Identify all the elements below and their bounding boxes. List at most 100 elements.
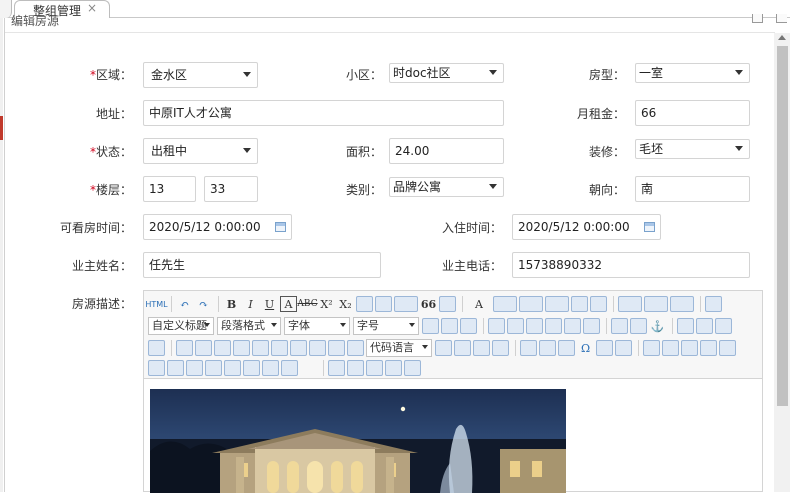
delete-table-icon[interactable] xyxy=(662,340,679,356)
image-left-icon[interactable] xyxy=(696,318,713,334)
scrollbar-thumb[interactable] xyxy=(777,46,788,406)
word-image-icon[interactable] xyxy=(596,340,613,356)
html-source-icon[interactable]: HTML xyxy=(145,296,167,312)
merge-right-icon[interactable] xyxy=(205,360,222,376)
drafts-icon[interactable] xyxy=(366,360,383,376)
image-none-icon[interactable] xyxy=(677,318,694,334)
font-family-select[interactable]: 字体 xyxy=(284,317,350,335)
insert-video-icon[interactable] xyxy=(252,340,269,356)
image-center-icon[interactable] xyxy=(148,340,165,356)
insert-row-icon[interactable] xyxy=(700,340,717,356)
fullscreen-icon[interactable] xyxy=(705,296,722,312)
merge-cells-icon[interactable] xyxy=(186,360,203,376)
monthly-rent-input[interactable]: 66 xyxy=(635,100,750,126)
paste-plain-icon[interactable] xyxy=(439,296,456,312)
insert-link-icon[interactable] xyxy=(611,318,628,334)
time-icon[interactable] xyxy=(558,340,575,356)
font-border-icon[interactable]: A xyxy=(280,296,297,312)
insert-paragraph-before-table-icon[interactable] xyxy=(681,340,698,356)
font-size-select[interactable]: 字号 xyxy=(353,317,419,335)
split-rows-icon[interactable] xyxy=(262,360,279,376)
orientation-input[interactable]: 南 xyxy=(635,176,750,202)
page-break-icon[interactable] xyxy=(435,340,452,356)
emotion-icon[interactable] xyxy=(214,340,231,356)
date-icon[interactable] xyxy=(539,340,556,356)
simple-upload-icon[interactable] xyxy=(176,340,193,356)
insert-table-icon[interactable] xyxy=(643,340,660,356)
to-lower-icon[interactable] xyxy=(583,318,600,334)
auto-format-icon[interactable] xyxy=(394,296,418,312)
bold-icon[interactable]: B xyxy=(223,296,240,312)
rtl-icon[interactable] xyxy=(441,318,458,334)
insert-frame-icon[interactable] xyxy=(347,340,364,356)
decoration-select[interactable]: 毛坯 xyxy=(635,139,750,159)
delete-row-icon[interactable] xyxy=(719,340,736,356)
align-justify-icon[interactable] xyxy=(545,318,562,334)
district-select[interactable]: 金水区 xyxy=(143,62,258,88)
format-painter-icon[interactable] xyxy=(375,296,392,312)
line-height-icon[interactable] xyxy=(670,296,694,312)
rich-text-editor[interactable]: HTML ↶ ↷ B I U A ABC X² X₂ 66 A 自定义标题 段落… xyxy=(143,290,763,493)
scrawl-icon[interactable] xyxy=(233,340,250,356)
anchor-icon[interactable]: ⚓ xyxy=(649,318,666,334)
viewing-time-input[interactable]: 2020/5/12 0:00:00 xyxy=(143,214,292,240)
row-spacing-bottom-icon[interactable] xyxy=(644,296,668,312)
strikethrough-icon[interactable]: ABC xyxy=(297,296,317,312)
help-icon[interactable] xyxy=(385,360,402,376)
community-select[interactable]: 时doc社区 xyxy=(389,63,504,83)
delete-col-icon[interactable] xyxy=(167,360,184,376)
gmap-icon[interactable] xyxy=(328,340,345,356)
ordered-list-icon[interactable] xyxy=(519,296,543,312)
font-color-icon[interactable]: A xyxy=(467,296,491,312)
align-left-icon[interactable] xyxy=(488,318,505,334)
redo-icon[interactable]: ↷ xyxy=(195,296,212,312)
web-image-icon[interactable] xyxy=(492,340,509,356)
row-spacing-top-icon[interactable] xyxy=(618,296,642,312)
map-icon[interactable] xyxy=(309,340,326,356)
split-cells-icon[interactable] xyxy=(243,360,260,376)
paragraph-select[interactable]: 段落格式 xyxy=(217,317,281,335)
align-right-icon[interactable] xyxy=(526,318,543,334)
category-select[interactable]: 品牌公寓 xyxy=(389,177,504,197)
align-center-icon[interactable] xyxy=(507,318,524,334)
attachment-icon[interactable] xyxy=(290,340,307,356)
close-dialog-icon[interactable] xyxy=(776,14,787,23)
insert-col-icon[interactable] xyxy=(148,360,165,376)
calendar-icon[interactable] xyxy=(275,222,286,232)
owner-name-input[interactable]: 任先生 xyxy=(143,252,381,278)
indent-icon[interactable] xyxy=(460,318,477,334)
horizontal-rule-icon[interactable] xyxy=(520,340,537,356)
chart-icon[interactable] xyxy=(300,360,317,376)
italic-icon[interactable]: I xyxy=(242,296,259,312)
status-select[interactable]: 出租中 xyxy=(143,138,258,164)
background-icon[interactable] xyxy=(454,340,471,356)
special-char-icon[interactable]: Ω xyxy=(577,340,594,356)
unordered-list-icon[interactable] xyxy=(545,296,569,312)
owner-phone-input[interactable]: 15738890332 xyxy=(512,252,750,278)
music-icon[interactable] xyxy=(271,340,288,356)
code-language-select[interactable]: 代码语言 xyxy=(366,339,432,357)
superscript-icon[interactable]: X² xyxy=(318,296,335,312)
address-input[interactable]: 中原IT人才公寓 xyxy=(143,100,504,126)
tab-close-icon[interactable]: × xyxy=(87,1,97,15)
merge-down-icon[interactable] xyxy=(224,360,241,376)
minimize-icon[interactable] xyxy=(752,14,763,23)
heading-select[interactable]: 自定义标题 xyxy=(148,317,214,335)
ltr-icon[interactable] xyxy=(422,318,439,334)
blockquote-icon[interactable]: 66 xyxy=(420,296,437,312)
area-input[interactable]: 24.00 xyxy=(389,138,504,164)
template-icon[interactable] xyxy=(473,340,490,356)
eraser-icon[interactable] xyxy=(356,296,373,312)
image-right-icon[interactable] xyxy=(715,318,732,334)
to-upper-icon[interactable] xyxy=(564,318,581,334)
subscript-icon[interactable]: X₂ xyxy=(337,296,354,312)
split-cols-icon[interactable] xyxy=(281,360,298,376)
insert-image-icon[interactable] xyxy=(195,340,212,356)
room-type-select[interactable]: 一室 xyxy=(635,63,750,83)
print-icon[interactable] xyxy=(328,360,345,376)
select-all-icon[interactable] xyxy=(571,296,588,312)
checkin-time-input[interactable]: 2020/5/12 0:00:00 xyxy=(512,214,661,240)
calendar-icon[interactable] xyxy=(644,222,655,232)
underline-icon[interactable]: U xyxy=(261,296,278,312)
highlight-color-icon[interactable] xyxy=(493,296,517,312)
